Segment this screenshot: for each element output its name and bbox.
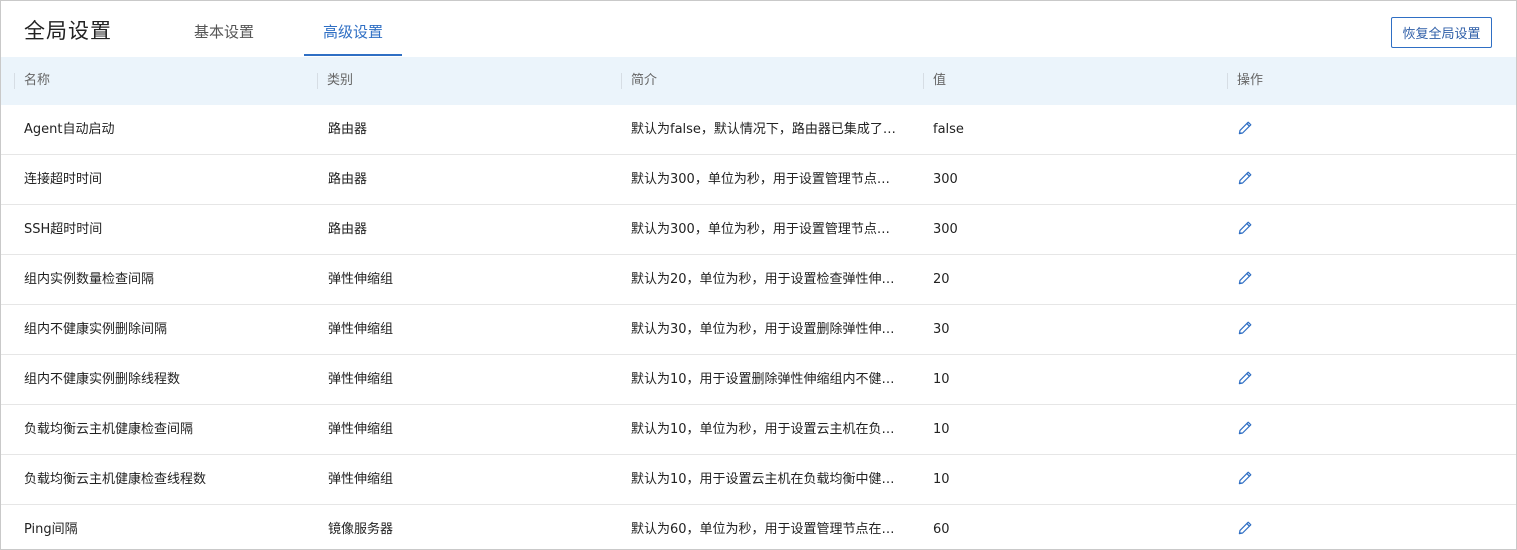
setting-description: 默认为10，用于设置删除弹性伸缩组内不健… [631,372,895,387]
page-header: 全局设置 基本设置 高级设置 恢复全局设置 [1,1,1516,57]
setting-category: 路由器 [328,122,368,137]
table-row[interactable]: Ping间隔 镜像服务器 默认为60，单位为秒，用于设置管理节点在… 60 [1,505,1516,549]
pencil-icon-svg [1238,171,1252,185]
pencil-icon[interactable] [1237,170,1253,186]
tab-advanced-settings-label: 高级设置 [322,23,383,41]
setting-value: 20 [933,272,950,287]
table-row[interactable]: Agent自动启动 路由器 默认为false，默认情况下，路由器已集成了… fa… [1,105,1516,155]
pencil-icon-svg [1238,371,1252,385]
active-tab-indicator [304,54,402,56]
pencil-icon[interactable] [1237,270,1253,286]
setting-value: 300 [933,172,958,187]
pencil-icon[interactable] [1237,320,1253,336]
setting-name: Agent自动启动 [24,122,115,137]
setting-value: 10 [933,422,950,437]
table-row[interactable]: 组内不健康实例删除间隔 弹性伸缩组 默认为30，单位为秒，用于设置删除弹性伸… … [1,305,1516,355]
pencil-icon[interactable] [1237,420,1253,436]
page-title: 全局设置 [24,19,112,43]
pencil-icon-svg [1238,421,1252,435]
setting-description: 默认为10，用于设置云主机在负载均衡中健… [631,472,895,487]
column-divider [923,73,924,89]
setting-description: 默认为20，单位为秒，用于设置检查弹性伸… [631,272,895,287]
pencil-icon-svg [1238,521,1252,535]
tab-advanced-settings[interactable]: 高级设置 [304,21,402,56]
pencil-icon-svg [1238,271,1252,285]
setting-name: 负载均衡云主机健康检查线程数 [24,472,207,487]
pencil-icon[interactable] [1237,120,1253,136]
setting-description: 默认为60，单位为秒，用于设置管理节点在… [631,522,895,537]
setting-name: 连接超时时间 [24,172,103,187]
setting-description: 默认为300，单位为秒，用于设置管理节点… [631,172,890,187]
setting-name: Ping间隔 [24,522,78,537]
setting-description: 默认为300，单位为秒，用于设置管理节点… [631,222,890,237]
setting-value: 60 [933,522,950,537]
column-divider [1227,73,1228,89]
pencil-icon-svg [1238,221,1252,235]
pencil-icon-svg [1238,471,1252,485]
restore-global-settings-button[interactable]: 恢复全局设置 [1391,17,1492,48]
setting-description: 默认为30，单位为秒，用于设置删除弹性伸… [631,322,895,337]
setting-name: 组内实例数量检查间隔 [24,272,155,287]
column-divider [14,73,15,89]
table-body: Agent自动启动 路由器 默认为false，默认情况下，路由器已集成了… fa… [1,105,1516,549]
pencil-icon[interactable] [1237,520,1253,536]
pencil-icon[interactable] [1237,220,1253,236]
setting-value: 10 [933,372,950,387]
setting-name: 组内不健康实例删除间隔 [24,322,168,337]
pencil-icon-svg [1238,321,1252,335]
column-divider [621,73,622,89]
setting-category: 弹性伸缩组 [328,372,394,387]
setting-name: 负载均衡云主机健康检查间隔 [24,422,194,437]
pencil-icon[interactable] [1237,470,1253,486]
table-header: 名称 类别 简介 值 操作 [1,57,1516,105]
table-row[interactable]: 组内实例数量检查间隔 弹性伸缩组 默认为20，单位为秒，用于设置检查弹性伸… 2… [1,255,1516,305]
setting-category: 镜像服务器 [328,522,394,537]
table-row[interactable]: 负载均衡云主机健康检查线程数 弹性伸缩组 默认为10，用于设置云主机在负载均衡中… [1,455,1516,505]
setting-category: 路由器 [328,222,368,237]
setting-value: 300 [933,222,958,237]
table-row[interactable]: SSH超时时间 路由器 默认为300，单位为秒，用于设置管理节点… 300 [1,205,1516,255]
setting-value: false [933,122,964,137]
setting-description: 默认为10，单位为秒，用于设置云主机在负… [631,422,895,437]
setting-description: 默认为false，默认情况下，路由器已集成了… [631,122,896,137]
global-settings-panel: 全局设置 基本设置 高级设置 恢复全局设置 名称 类别 简介 值 操作 Agen… [0,0,1517,550]
table-row[interactable]: 负载均衡云主机健康检查间隔 弹性伸缩组 默认为10，单位为秒，用于设置云主机在负… [1,405,1516,455]
setting-value: 30 [933,322,950,337]
setting-category: 弹性伸缩组 [328,322,394,337]
column-divider [317,73,318,89]
setting-name: 组内不健康实例删除线程数 [24,372,181,387]
pencil-icon[interactable] [1237,370,1253,386]
settings-table: 名称 类别 简介 值 操作 Agent自动启动 路由器 默认为false，默认情… [1,57,1516,549]
setting-value: 10 [933,472,950,487]
pencil-icon-svg [1238,121,1252,135]
table-row[interactable]: 连接超时时间 路由器 默认为300，单位为秒，用于设置管理节点… 300 [1,155,1516,205]
setting-category: 弹性伸缩组 [328,472,394,487]
setting-category: 弹性伸缩组 [328,272,394,287]
table-row[interactable]: 组内不健康实例删除线程数 弹性伸缩组 默认为10，用于设置删除弹性伸缩组内不健…… [1,355,1516,405]
tab-basic-settings[interactable]: 基本设置 [190,21,258,56]
setting-category: 路由器 [328,172,368,187]
setting-name: SSH超时时间 [24,222,103,237]
setting-category: 弹性伸缩组 [328,422,394,437]
